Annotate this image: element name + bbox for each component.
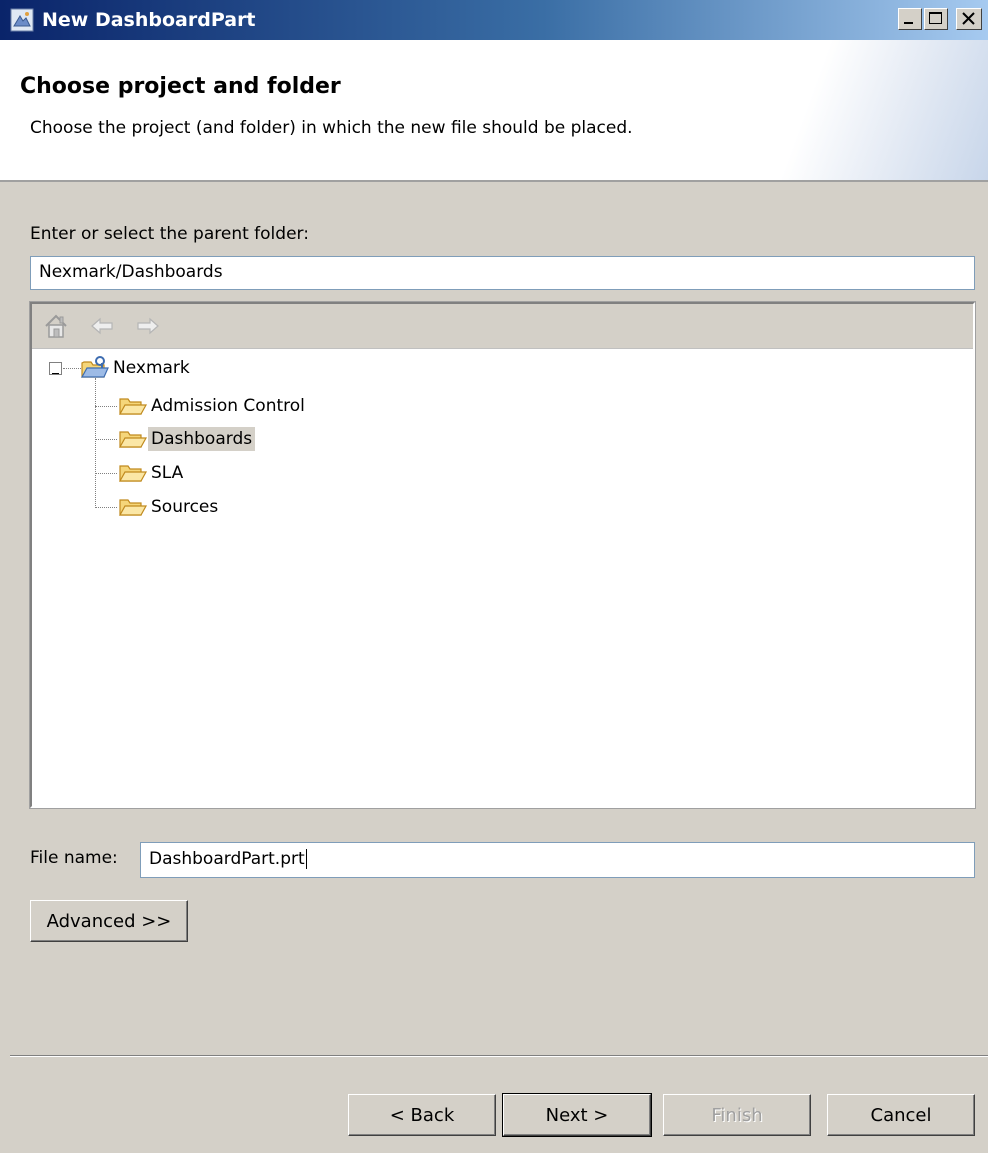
- parent-folder-label: Enter or select the parent folder:: [30, 224, 309, 244]
- forward-arrow-icon[interactable]: [134, 312, 162, 340]
- tree-item-label: Nexmark: [113, 358, 190, 378]
- file-name-label: File name:: [30, 848, 118, 868]
- tree-item-folder[interactable]: Admission Control: [118, 391, 308, 421]
- title-bar[interactable]: New DashboardPart: [0, 0, 988, 40]
- collapse-toggle[interactable]: [49, 362, 62, 375]
- tree-toolbar: [32, 304, 973, 349]
- tree-item-label: Admission Control: [151, 396, 305, 416]
- tree-item-folder[interactable]: Sources: [118, 492, 221, 522]
- maximize-button[interactable]: [924, 8, 948, 30]
- back-arrow-icon[interactable]: [88, 312, 116, 340]
- tree-item-label: Sources: [151, 497, 219, 517]
- folder-icon: [118, 499, 148, 516]
- page-title: Choose project and folder: [20, 74, 341, 99]
- finish-button[interactable]: Finish: [663, 1094, 811, 1136]
- app-icon: [10, 8, 34, 32]
- folder-icon: [118, 431, 148, 448]
- cancel-button[interactable]: Cancel: [827, 1094, 975, 1136]
- project-folder-icon: [80, 356, 109, 378]
- tree-item-folder-selected[interactable]: Dashboards: [118, 424, 256, 454]
- tree-connector: [95, 378, 96, 508]
- minimize-icon: [904, 22, 913, 24]
- tree-item-project[interactable]: Nexmark: [80, 353, 193, 383]
- folder-icon: [118, 398, 148, 415]
- folder-tree-panel[interactable]: Nexmark Admission Control Dashboards SLA: [29, 301, 976, 809]
- minus-icon: [52, 373, 59, 374]
- tree-connector: [95, 473, 117, 474]
- tree-connector: [95, 507, 117, 508]
- maximize-icon: [929, 12, 942, 24]
- tree-item-label: Dashboards: [148, 427, 256, 451]
- dialog-window: New DashboardPart Choose project and fol…: [0, 0, 988, 1153]
- tree-connector: [63, 368, 81, 369]
- close-icon: [962, 12, 975, 25]
- tree-item-label: SLA: [151, 463, 184, 483]
- parent-folder-input[interactable]: Nexmark/Dashboards: [30, 256, 975, 290]
- wizard-header: Choose project and folder Choose the pro…: [0, 40, 988, 182]
- tree-item-folder[interactable]: SLA: [118, 458, 186, 488]
- text-cursor: [305, 849, 307, 869]
- footer-separator: [10, 1055, 988, 1057]
- next-button[interactable]: Next >: [502, 1093, 652, 1137]
- file-name-value: DashboardPart.prt: [149, 849, 305, 869]
- page-description: Choose the project (and folder) in which…: [30, 118, 633, 138]
- advanced-button[interactable]: Advanced >>: [30, 900, 188, 942]
- minimize-button[interactable]: [898, 8, 922, 30]
- tree-connector: [95, 406, 117, 407]
- home-icon[interactable]: [42, 312, 70, 340]
- window-title: New DashboardPart: [42, 9, 256, 31]
- folder-icon: [118, 465, 148, 482]
- back-button[interactable]: < Back: [348, 1094, 496, 1136]
- tree-connector: [95, 439, 117, 440]
- file-name-input[interactable]: DashboardPart.prt: [140, 842, 975, 878]
- close-button[interactable]: [956, 8, 982, 30]
